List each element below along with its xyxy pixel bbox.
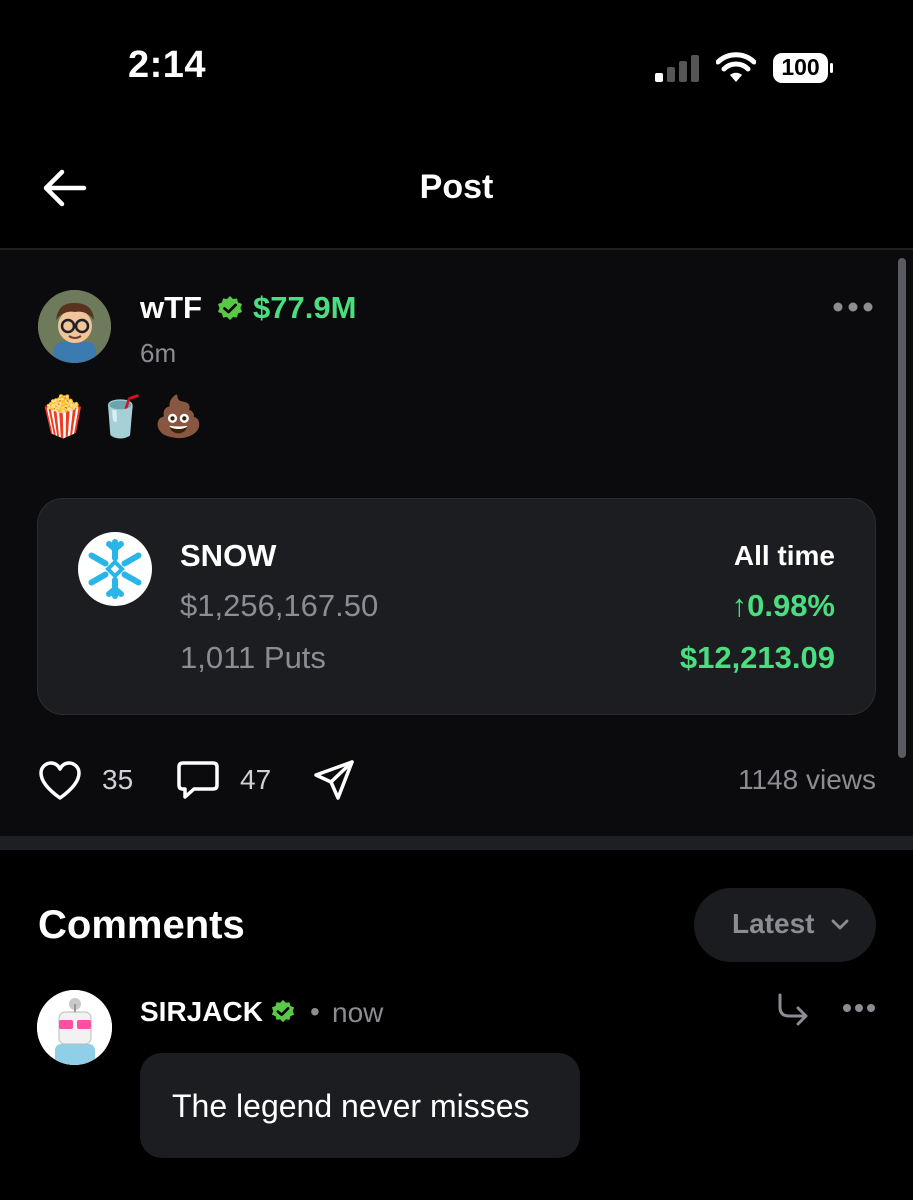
- sort-label[interactable]: Latest: [732, 908, 814, 940]
- comment-username[interactable]: SIRJACK: [140, 996, 263, 1028]
- contracts-count: 1,011 Puts: [180, 640, 326, 675]
- more-options-icon[interactable]: [832, 294, 874, 320]
- reply-arrow-icon[interactable]: [776, 992, 810, 1026]
- page-title: Post: [419, 168, 494, 206]
- time-range-label: All time: [733, 540, 835, 571]
- wifi-icon: [716, 52, 756, 82]
- status-time: 2:14: [128, 44, 207, 86]
- section-divider: [0, 836, 913, 850]
- share-send-icon[interactable]: [312, 758, 356, 802]
- cellular-signal-icon: [655, 55, 699, 82]
- ticker-symbol: SNOW: [180, 538, 277, 573]
- verified-badge-icon: [271, 999, 295, 1023]
- chevron-down-icon[interactable]: [830, 916, 850, 932]
- battery-level: 100: [781, 54, 820, 80]
- view-count: 1148 views: [737, 764, 876, 795]
- comment-text: The legend never misses: [172, 1088, 530, 1124]
- battery-icon: 100: [773, 53, 833, 83]
- profit-loss: $12,213.09: [679, 640, 835, 675]
- comment-bubble-icon[interactable]: [176, 760, 220, 802]
- comment-count: 47: [240, 764, 272, 795]
- like-count: 35: [102, 764, 134, 795]
- scrollbar[interactable]: [898, 258, 906, 758]
- post-time: 6m: [140, 338, 177, 368]
- more-options-icon[interactable]: [842, 998, 876, 1018]
- comment-avatar[interactable]: [37, 990, 112, 1065]
- position-value: $1,256,167.50: [180, 588, 379, 623]
- percent-change: ↑0.98%: [731, 588, 835, 623]
- cartoon-avatar-icon: [37, 990, 112, 1065]
- snowflake-logo-icon: [78, 532, 152, 606]
- heart-icon[interactable]: [38, 760, 82, 802]
- avatar[interactable]: [38, 290, 111, 363]
- post-emojis: 🍿🥤💩: [38, 395, 212, 439]
- separator-dot: •: [310, 996, 320, 1027]
- post-username[interactable]: wTF: [140, 290, 202, 326]
- net-worth: $77.9M: [253, 290, 357, 325]
- comment-time: now: [332, 997, 384, 1028]
- comments-heading: Comments: [38, 903, 245, 947]
- cartoon-avatar-icon: [38, 290, 111, 363]
- verified-badge-icon: [218, 296, 242, 320]
